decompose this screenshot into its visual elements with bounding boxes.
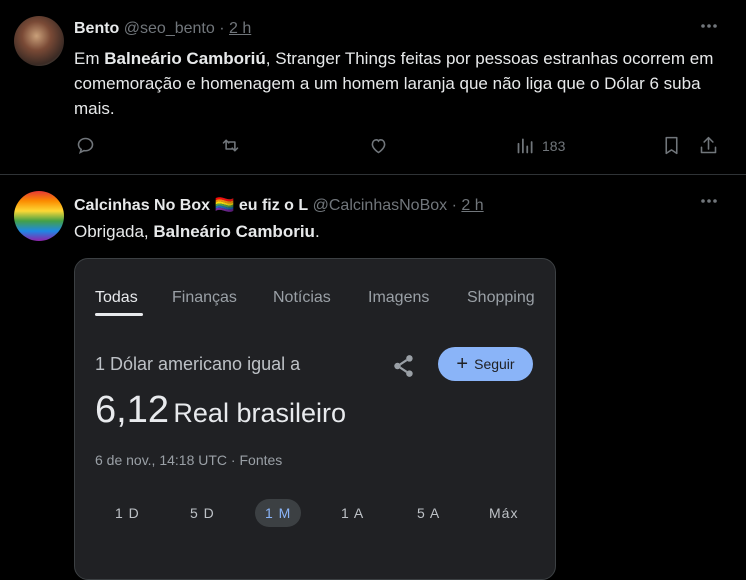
separator: · [219, 20, 225, 37]
timestamp[interactable]: 2 h [461, 197, 483, 214]
views-button[interactable]: 183 [515, 135, 565, 156]
retweet-button[interactable] [220, 135, 241, 156]
bookmark-icon [665, 136, 678, 155]
range-5d: 5 D [190, 505, 215, 521]
avatar[interactable] [14, 16, 64, 66]
range-5a: 5 A [417, 505, 441, 521]
quote-date: 6 de nov., 14:18 UTC · Fontes [95, 452, 283, 468]
range-1m: 1 M [255, 499, 302, 527]
share-icon [391, 353, 417, 384]
like-icon [371, 139, 386, 154]
mention-place[interactable]: Balneário Camboriu [153, 222, 315, 241]
more-icon[interactable] [699, 16, 719, 41]
reply-button[interactable] [75, 135, 96, 156]
range-max: Máx [489, 505, 519, 521]
range-1a: 1 A [341, 505, 365, 521]
timestamp[interactable]: 2 h [229, 20, 251, 37]
author-name[interactable]: Bento [74, 20, 119, 37]
author-name[interactable]: Calcinhas No Box 🏳️‍🌈 eu fiz o L [74, 197, 308, 214]
tab-shopping: Shopping [467, 289, 535, 306]
author-handle[interactable]: @CalcinhasNoBox [313, 197, 448, 214]
follow-button: + Seguir [438, 347, 533, 381]
range-1d: 1 D [115, 505, 140, 521]
more-icon[interactable] [699, 191, 719, 216]
tab-noticias: Notícias [273, 289, 331, 306]
tab-todas: Todas [95, 289, 138, 306]
tweet-text: Obrigada, Balneário Camboriu. [74, 219, 734, 244]
tweet-text-part: . [314, 222, 320, 241]
follow-label: Seguir [474, 356, 515, 372]
plus-icon: + [456, 353, 469, 375]
tweet-text: Em Balneário Camboriú, Stranger Things f… [74, 46, 734, 121]
tweet-text-part: Obrigada, [74, 222, 154, 241]
tab-financas: Finanças [172, 289, 237, 306]
media-image[interactable]: Todas Finanças Notícias Imagens Shopping… [74, 258, 556, 580]
active-tab-indicator [95, 313, 143, 316]
share-button[interactable] [698, 135, 719, 156]
views-icon [517, 138, 533, 154]
tweet-1[interactable]: Bento @seo_bento · 2 h Em Balneário Camb… [0, 0, 746, 175]
avatar[interactable] [14, 191, 64, 241]
conversion-subtitle: 1 Dólar americano igual a [95, 354, 301, 374]
share-icon [700, 136, 717, 154]
exchange-value: 6,12 [95, 389, 169, 431]
author-handle[interactable]: @seo_bento [124, 20, 215, 37]
tab-imagens: Imagens [368, 289, 430, 306]
views-count: 183 [542, 137, 566, 154]
like-button[interactable] [368, 135, 389, 156]
tweet-text-part: Em [74, 49, 105, 68]
reply-icon [77, 137, 94, 155]
retweet-icon [222, 139, 239, 152]
currency-name: Real brasileiro [173, 398, 346, 428]
bookmark-button[interactable] [661, 135, 682, 156]
mention-place[interactable]: Balneário Camboriú [104, 49, 266, 68]
separator: · [451, 197, 457, 214]
